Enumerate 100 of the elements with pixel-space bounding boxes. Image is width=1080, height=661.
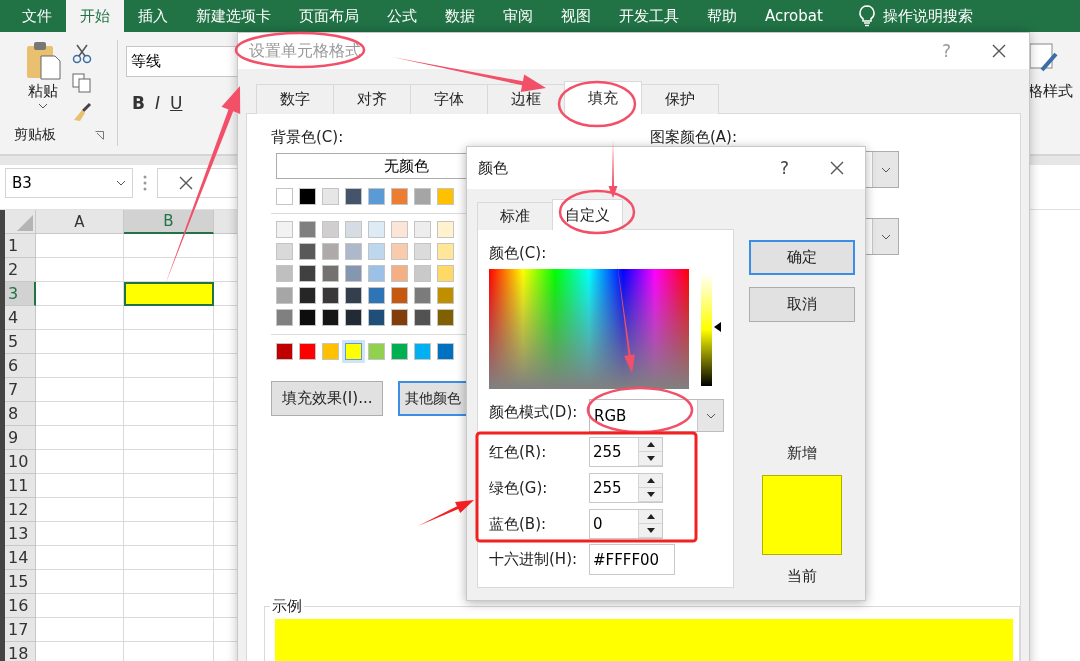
color-swatch[interactable] <box>322 243 339 260</box>
color-swatch[interactable] <box>322 343 339 360</box>
paste-label[interactable]: 粘贴 <box>28 82 58 101</box>
color-swatch[interactable] <box>299 265 316 282</box>
dialog-tab[interactable]: 对齐 <box>333 84 411 114</box>
color-swatch[interactable] <box>368 188 385 205</box>
table-cell[interactable] <box>124 306 214 330</box>
color-swatch[interactable] <box>437 287 454 304</box>
row-header[interactable]: 5 <box>5 330 36 354</box>
table-cell[interactable] <box>36 570 124 594</box>
dialog-tab[interactable]: 边框 <box>487 84 565 114</box>
table-cell[interactable] <box>124 234 214 258</box>
color-swatch[interactable] <box>414 309 431 326</box>
ribbon-tab[interactable]: 开发工具 <box>605 0 693 32</box>
color-swatch[interactable] <box>368 265 385 282</box>
format-button[interactable]: I <box>154 93 160 113</box>
table-cell[interactable] <box>124 546 214 570</box>
color-swatch[interactable] <box>414 343 431 360</box>
color-swatch[interactable] <box>276 221 293 238</box>
color-swatch[interactable] <box>414 287 431 304</box>
color-swatch[interactable] <box>299 243 316 260</box>
close-icon[interactable] <box>829 160 845 176</box>
table-cell[interactable] <box>124 498 214 522</box>
color-swatch[interactable] <box>391 265 408 282</box>
cancel-icon[interactable] <box>178 175 194 191</box>
color-swatch[interactable] <box>322 265 339 282</box>
color-swatch[interactable] <box>391 343 408 360</box>
table-cell[interactable] <box>124 474 214 498</box>
lightbulb-icon[interactable] <box>858 5 875 27</box>
launcher-icon[interactable] <box>95 130 104 140</box>
color-swatch[interactable] <box>437 265 454 282</box>
scissors-icon[interactable] <box>72 44 92 64</box>
color-swatch[interactable] <box>437 309 454 326</box>
table-cell[interactable] <box>36 546 124 570</box>
column-header[interactable]: B <box>124 210 214 234</box>
color-swatch[interactable] <box>322 309 339 326</box>
table-cell[interactable] <box>124 594 214 618</box>
table-cell[interactable] <box>124 402 214 426</box>
color-swatch[interactable] <box>414 221 431 238</box>
color-swatch[interactable] <box>345 221 362 238</box>
color-mode-select[interactable]: RGB <box>589 399 724 432</box>
color-swatch[interactable] <box>414 188 431 205</box>
row-header[interactable]: 17 <box>5 618 36 642</box>
color-swatch[interactable] <box>276 243 293 260</box>
color-swatch[interactable] <box>322 221 339 238</box>
table-cell[interactable] <box>124 258 214 282</box>
table-cell[interactable] <box>36 522 124 546</box>
color-swatch[interactable] <box>299 287 316 304</box>
table-cell[interactable] <box>124 426 214 450</box>
color-swatch[interactable] <box>276 265 293 282</box>
color-swatch[interactable] <box>299 188 316 205</box>
copy-icon[interactable] <box>72 73 92 93</box>
table-cell[interactable] <box>36 450 124 474</box>
table-cell[interactable] <box>36 234 124 258</box>
table-cell[interactable] <box>124 450 214 474</box>
color-swatch[interactable] <box>299 343 316 360</box>
table-cell[interactable] <box>124 570 214 594</box>
ribbon-tab[interactable]: 页面布局 <box>285 0 373 32</box>
color-swatch[interactable] <box>345 188 362 205</box>
color-swatch[interactable] <box>391 221 408 238</box>
select-all-icon[interactable] <box>17 215 33 231</box>
dialog-tab[interactable]: 数字 <box>256 84 334 114</box>
fill-effects-button[interactable]: 填充效果(I)... <box>271 381 384 416</box>
color-swatch[interactable] <box>299 309 316 326</box>
color-swatch[interactable] <box>368 243 385 260</box>
ribbon-tab[interactable]: 文件 <box>8 0 66 32</box>
color-swatch[interactable] <box>345 309 362 326</box>
slider-thumb[interactable] <box>714 322 721 333</box>
dialog-tab[interactable]: 标准 <box>477 202 553 230</box>
table-cell[interactable] <box>36 330 124 354</box>
color-swatch[interactable] <box>368 287 385 304</box>
table-cell[interactable] <box>36 474 124 498</box>
color-swatch[interactable] <box>322 188 339 205</box>
color-swatch[interactable] <box>368 221 385 238</box>
dialog-tab[interactable]: 字体 <box>410 84 488 114</box>
color-swatch[interactable] <box>368 343 385 360</box>
row-header[interactable]: 12 <box>5 498 36 522</box>
ribbon-tab[interactable]: 数据 <box>431 0 489 32</box>
close-icon[interactable] <box>991 43 1007 59</box>
row-header[interactable]: 14 <box>5 546 36 570</box>
table-cell[interactable] <box>36 594 124 618</box>
table-cell[interactable] <box>124 354 214 378</box>
color-swatch[interactable] <box>391 309 408 326</box>
clipboard-icon[interactable] <box>25 40 61 80</box>
table-cell[interactable] <box>36 498 124 522</box>
table-cell[interactable] <box>36 354 124 378</box>
row-header[interactable]: 1 <box>5 234 36 258</box>
color-swatch[interactable] <box>276 309 293 326</box>
row-header[interactable]: 16 <box>5 594 36 618</box>
table-cell[interactable] <box>124 282 214 306</box>
color-swatch[interactable] <box>368 309 385 326</box>
row-header[interactable]: 2 <box>5 258 36 282</box>
color-swatch[interactable] <box>345 243 362 260</box>
table-cell[interactable] <box>124 378 214 402</box>
dialog-tab[interactable]: 自定义 <box>552 199 623 230</box>
row-header[interactable]: 18 <box>5 642 36 661</box>
row-header[interactable]: 15 <box>5 570 36 594</box>
ok-button[interactable]: 确定 <box>749 240 855 275</box>
row-header[interactable]: 13 <box>5 522 36 546</box>
color-swatch[interactable] <box>391 243 408 260</box>
